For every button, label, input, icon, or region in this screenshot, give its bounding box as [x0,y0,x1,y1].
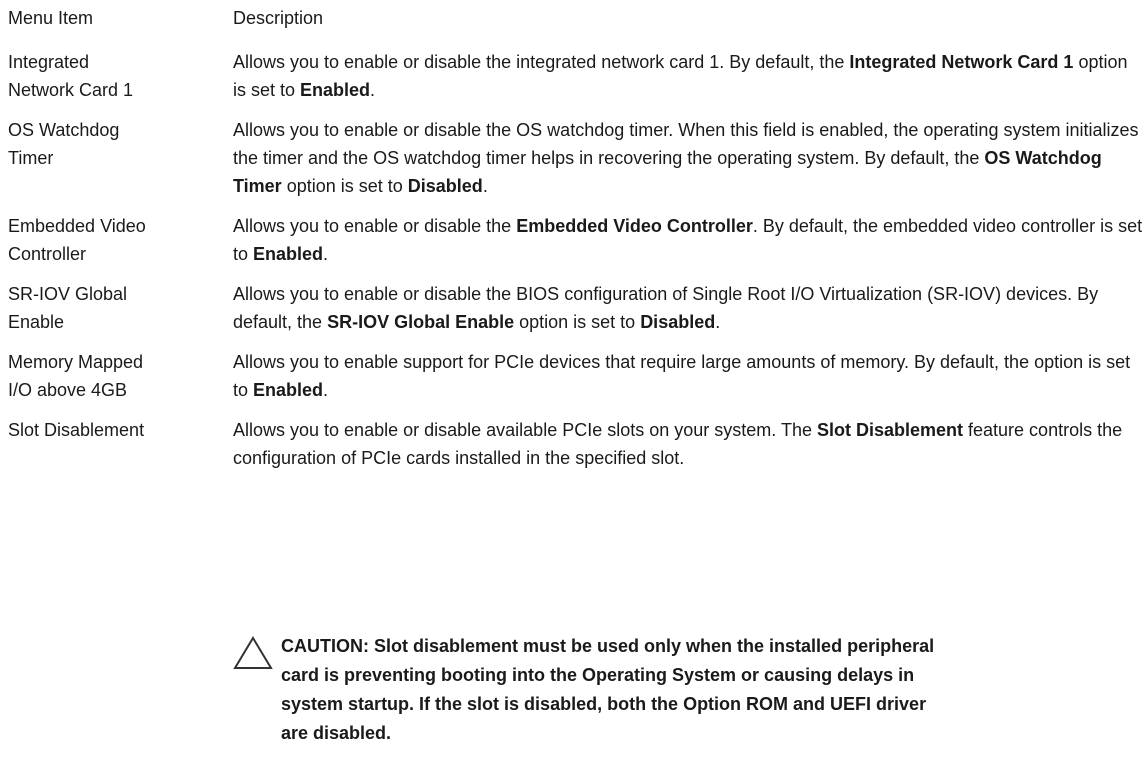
caution-line: card is preventing booting into the Oper… [281,665,915,685]
caution-line: are disabled. [281,723,392,743]
desc-text: Allows you to enable or disable the [233,216,517,236]
menu-item-description: Allows you to enable or disable the OS w… [233,116,1144,200]
desc-text: . [323,380,329,400]
menu-item-label-line: SR-IOV Global [8,284,128,304]
table-row: Integrated Network Card 1 Allows you to … [8,48,1144,104]
desc-bold: Slot Disablement [816,420,964,440]
table-row: Embedded Video Controller Allows you to … [8,212,1144,268]
menu-item-label-line: Timer [8,148,54,168]
menu-item-label-line: Network Card 1 [8,80,134,100]
desc-text: . [482,176,488,196]
menu-item-description: Allows you to enable or disable the Embe… [233,212,1144,268]
menu-item-description: Allows you to enable or disable availabl… [233,416,1144,472]
menu-item-label-line: Memory Mapped [8,352,144,372]
menu-item-label: Integrated Network Card 1 [8,48,233,104]
caution-line: system startup. If the slot is disabled,… [281,694,927,714]
table-row: Memory Mapped I/O above 4GB Allows you t… [8,348,1144,404]
desc-text: . [370,80,376,100]
menu-item-label-line: Embedded Video [8,216,146,236]
menu-item-label-line: Integrated [8,52,90,72]
header-menu-item: Menu Item [8,8,94,28]
desc-text: Allows you to enable support for PCIe de… [233,352,1131,400]
menu-item-label: Embedded Video Controller [8,212,233,268]
table-row: OS Watchdog Timer Allows you to enable o… [8,116,1144,200]
menu-item-label: SR-IOV Global Enable [8,280,233,336]
menu-item-label-line: I/O above 4GB [8,380,128,400]
menu-item-label: Slot Disablement [8,416,233,472]
header-description: Description [233,8,324,28]
desc-text: Allows you to enable or disable availabl… [233,420,817,440]
desc-text: . [323,244,329,264]
menu-item-label-line: Enable [8,312,65,332]
table-header: Menu Item Description [8,0,1144,36]
desc-bold: Integrated Network Card 1 [849,52,1074,72]
desc-bold: Embedded Video Controller [516,216,753,236]
menu-item-description: Allows you to enable or disable the inte… [233,48,1144,104]
menu-item-label-line: OS Watchdog [8,120,120,140]
desc-bold: SR-IOV Global Enable [327,312,515,332]
table-row: SR-IOV Global Enable Allows you to enabl… [8,280,1144,336]
desc-text: . [715,312,721,332]
caution-text: CAUTION: Slot disablement must be used o… [281,632,1144,748]
menu-item-description: Allows you to enable support for PCIe de… [233,348,1144,404]
menu-item-label-line: Controller [8,244,87,264]
desc-text: option is set to [514,312,641,332]
table-row: Slot Disablement Allows you to enable or… [8,416,1144,472]
desc-bold: Disabled [640,312,716,332]
menu-item-label-line: Slot Disablement [8,420,145,440]
caution-note: CAUTION: Slot disablement must be used o… [233,632,1144,748]
menu-item-label: Memory Mapped I/O above 4GB [8,348,233,404]
desc-bold: Enabled [253,380,324,400]
warning-triangle-icon-svg [233,636,273,669]
warning-triangle-icon [233,632,281,748]
desc-bold: Enabled [253,244,324,264]
caution-line: CAUTION: Slot disablement must be used o… [281,636,935,656]
menu-item-description: Allows you to enable or disable the BIOS… [233,280,1144,336]
menu-item-label: OS Watchdog Timer [8,116,233,200]
desc-text: option is set to [281,176,408,196]
document: Menu Item Description Integrated Network… [8,0,1144,472]
desc-bold: Enabled [300,80,371,100]
desc-text: Allows you to enable or disable the inte… [233,52,850,72]
desc-bold: Disabled [407,176,483,196]
